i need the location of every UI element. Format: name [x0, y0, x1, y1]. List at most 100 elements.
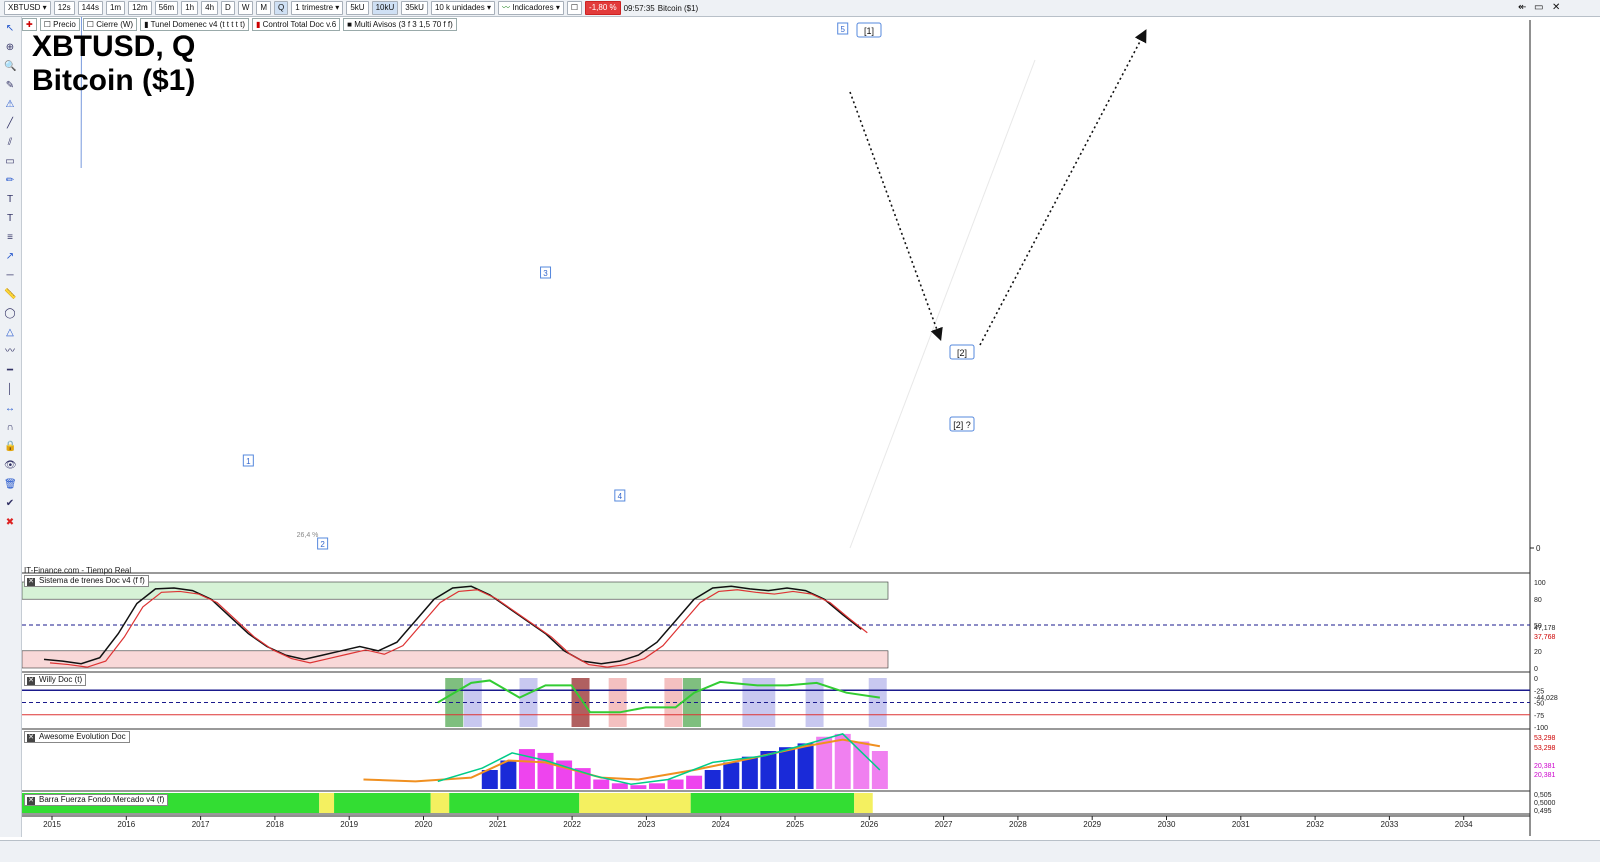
- x-tick-label: 2015: [43, 820, 61, 829]
- drawing-tools-sidebar: ↖ ⊕ 🔍 ✎ ⚠ ╱ ⫽ ▭ ✏ T T ≡ ↗ ─ 📏 ◯ △ 〰 ━ │ ↔ ∩ 🔒 👁 🗑 ✔ ✖: [0, 17, 22, 837]
- size-35ku[interactable]: 35kU: [401, 1, 428, 15]
- zoom-icon[interactable]: ⊕: [4, 42, 16, 54]
- x-tick-label: 2026: [860, 820, 878, 829]
- legend-tunel[interactable]: ▮ Tunel Domenec v4 (t t t t t): [140, 17, 249, 31]
- x-tick-label: 2030: [1158, 820, 1176, 829]
- p2-axis-label: -100: [1534, 725, 1548, 732]
- period-select[interactable]: 1 trimestre ▾: [291, 1, 344, 15]
- tf-12m[interactable]: 12m: [128, 1, 152, 15]
- label-icon[interactable]: T: [4, 213, 16, 225]
- wave-label: [2] ?: [953, 420, 971, 430]
- vline-icon[interactable]: │: [4, 384, 16, 396]
- pen-icon[interactable]: ✎: [4, 80, 16, 92]
- trash-icon[interactable]: 🗑: [4, 479, 17, 491]
- tf-W[interactable]: W: [237, 1, 254, 15]
- indicator-icon: 〰: [502, 3, 511, 12]
- legend-multi-avisos[interactable]: ■ Multi Avisos (3 f 3 1,5 70 f f): [343, 17, 457, 31]
- hline-icon[interactable]: ━: [4, 365, 16, 377]
- close-icon[interactable]: ✕: [27, 797, 35, 805]
- tf-D[interactable]: D: [221, 1, 235, 15]
- p2-axis-label: -75: [1534, 713, 1544, 720]
- legend-price[interactable]: ☐ Precio: [39, 17, 80, 31]
- measure-icon[interactable]: ↔: [4, 403, 16, 415]
- close-icon[interactable]: ✕: [1552, 2, 1560, 13]
- rect-icon[interactable]: ▭: [4, 156, 16, 168]
- panel-awesome-header[interactable]: ✕ Awesome Evolution Doc: [24, 731, 130, 743]
- check-icon[interactable]: ✔: [4, 498, 16, 510]
- units-select[interactable]: 10 k unidades ▾: [430, 1, 496, 15]
- cursor-icon[interactable]: ↖: [4, 23, 16, 35]
- tf-1m[interactable]: 1m: [105, 1, 126, 15]
- ellipse-icon[interactable]: ◯: [4, 308, 16, 320]
- alert-icon[interactable]: ⚠: [4, 99, 16, 111]
- wave-icon[interactable]: 〰: [4, 346, 16, 358]
- line-icon[interactable]: ─: [4, 270, 16, 282]
- chart-canvas: 010.00020.00030.00040.00050.00060.00070.…: [21, 0, 1558, 836]
- top-toolbar: XBTUSD ▾ 12s 144s 1m 12m 56m 1h 4h D W M…: [0, 0, 1600, 17]
- tf-144s[interactable]: 144s: [77, 1, 103, 15]
- x-tick-label: 2020: [415, 820, 433, 829]
- p1-axis-label: 80: [1534, 597, 1542, 604]
- eye-icon[interactable]: 👁: [4, 460, 17, 472]
- tf-56m[interactable]: 56m: [154, 1, 179, 15]
- delete-icon[interactable]: ✖: [4, 517, 16, 529]
- p3-histogram-bar: [593, 779, 610, 789]
- tf-12s[interactable]: 12s: [53, 1, 75, 15]
- legend-close[interactable]: ☐ Cierre (W): [82, 17, 138, 31]
- fib-icon[interactable]: ≡: [4, 232, 16, 244]
- tf-M[interactable]: M: [256, 1, 272, 15]
- search-icon[interactable]: 🔍: [4, 61, 16, 73]
- text-icon[interactable]: T: [4, 194, 16, 206]
- lock-icon[interactable]: 🔒: [4, 441, 16, 453]
- p3-histogram-bar: [481, 770, 498, 789]
- panel-barra-header[interactable]: ✕ Barra Fuerza Fondo Mercado v4 (f): [24, 794, 169, 806]
- p4-strength-bar: [449, 793, 580, 813]
- panel-trenes-header[interactable]: ✕ Sistema de trenes Doc v4 (f f): [24, 575, 149, 587]
- x-tick-label: 2034: [1455, 820, 1473, 829]
- tf-1h[interactable]: 1h: [181, 1, 199, 15]
- indicators-button[interactable]: 〰 Indicadores ▾: [498, 1, 564, 15]
- instrument-label: Bitcoin ($1): [657, 3, 699, 13]
- options-button[interactable]: ☐: [566, 1, 583, 15]
- p1-value: 37,768: [1534, 634, 1556, 641]
- close-icon[interactable]: ✕: [27, 578, 35, 586]
- x-tick-label: 2021: [489, 820, 507, 829]
- arrow-icon[interactable]: ↗: [4, 251, 16, 263]
- p3-value: 53,298: [1534, 735, 1556, 742]
- add-icon[interactable]: ✚: [22, 17, 37, 31]
- wave-label: 26,4 %: [297, 532, 319, 539]
- tf-Q[interactable]: Q: [274, 1, 289, 15]
- bottom-scrollbar[interactable]: [0, 840, 1600, 862]
- p3-histogram-bar: [611, 783, 628, 789]
- ruler-icon[interactable]: 📏: [4, 289, 16, 301]
- p4-strength-bar: [430, 793, 450, 813]
- chart-title: XBTUSD, Q: [32, 30, 196, 63]
- pin-icon[interactable]: ↞: [1518, 2, 1526, 13]
- p4-axis-label: 0,495: [1534, 808, 1552, 815]
- p3-value: 20,381: [1534, 772, 1556, 779]
- minimize-icon[interactable]: ▭: [1534, 2, 1543, 13]
- magnet-icon[interactable]: ∩: [4, 422, 16, 434]
- p2-value: -44,028: [1534, 695, 1558, 702]
- channel-icon[interactable]: ⫽: [4, 137, 16, 149]
- size-5ku[interactable]: 5kU: [346, 1, 369, 15]
- x-tick-label: 2023: [638, 820, 656, 829]
- wave-label: [1]: [864, 26, 874, 36]
- triangle-icon[interactable]: △: [4, 327, 16, 339]
- clock-label: 09:57:35: [623, 3, 655, 13]
- close-icon[interactable]: ✕: [27, 677, 35, 685]
- tf-4h[interactable]: 4h: [201, 1, 219, 15]
- p3-histogram-bar: [723, 762, 740, 789]
- legend-control[interactable]: ▮ Control Total Doc v.6: [251, 17, 341, 31]
- brush-icon[interactable]: ✏: [4, 175, 16, 187]
- p3-histogram-bar: [797, 743, 814, 789]
- symbol-select[interactable]: XBTUSD ▾: [4, 1, 51, 15]
- close-icon[interactable]: ✕: [27, 734, 35, 742]
- p2-highlight-bar: [445, 678, 464, 727]
- size-10ku[interactable]: 10kU: [371, 1, 399, 15]
- panel-willy-header[interactable]: ✕ Willy Doc (t): [24, 674, 87, 686]
- x-tick-label: 2022: [563, 820, 581, 829]
- p3-histogram-bar: [648, 783, 665, 789]
- p1-axis-label: 100: [1534, 580, 1546, 587]
- trendline-icon[interactable]: ╱: [4, 118, 16, 130]
